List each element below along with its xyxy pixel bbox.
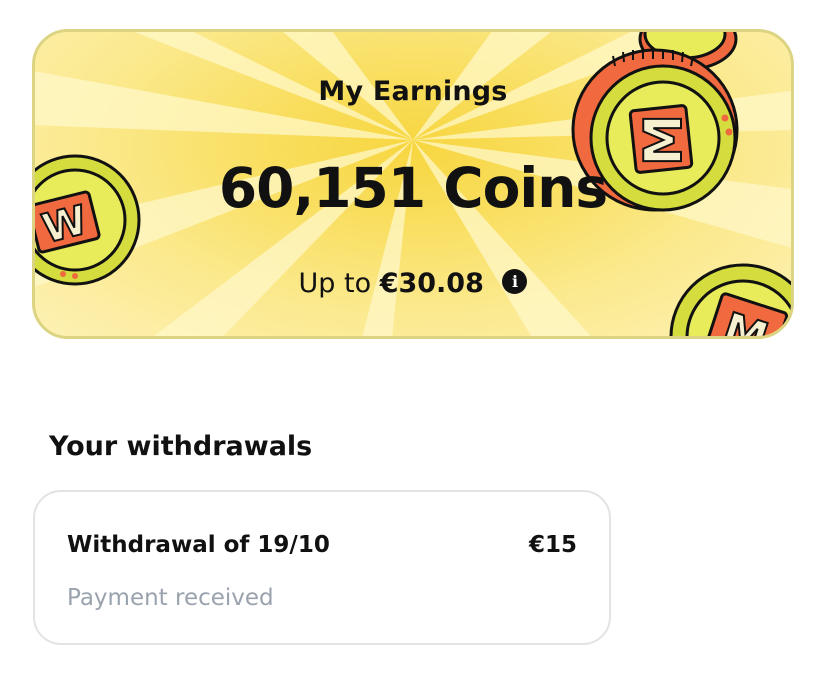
info-icon[interactable]: i: [502, 269, 528, 294]
page: W M M My Earnings 60,151 Coins Up to €30…: [0, 0, 828, 684]
eur-value: €30.08: [379, 268, 484, 299]
withdrawal-status: Payment received: [67, 585, 274, 611]
earnings-title: My Earnings: [318, 76, 508, 107]
withdrawal-title: Withdrawal of 19/10: [67, 532, 330, 558]
withdrawals-section-title: Your withdrawals: [49, 431, 313, 462]
withdrawal-item[interactable]: Withdrawal of 19/10 €15 Payment received: [33, 490, 611, 645]
eur-estimate: Up to €30.08 i: [35, 268, 791, 299]
coins-balance: 60,151 Coins: [218, 156, 608, 220]
earnings-card: W M M My Earnings 60,151 Coins Up to €30…: [32, 29, 794, 339]
withdrawal-amount: €15: [528, 532, 577, 558]
eur-prefix: Up to: [298, 268, 372, 299]
